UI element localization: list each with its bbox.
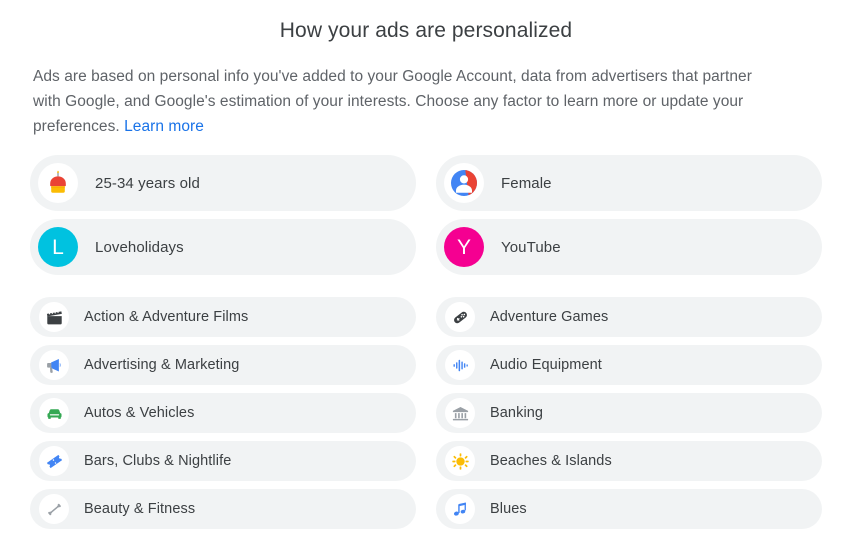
left-column: 25-34 years old L Loveholidays Action & …: [30, 155, 416, 537]
avatar-monogram: L: [52, 235, 64, 259]
clapperboard-icon: [39, 302, 69, 332]
factor-label: Female: [501, 174, 552, 192]
factor-label: Autos & Vehicles: [84, 405, 195, 421]
birthday-cake-icon: [38, 163, 78, 203]
factor-label: Loveholidays: [95, 238, 184, 256]
music-note-icon: [445, 494, 475, 524]
gamepad-icon: [445, 302, 475, 332]
ticket-icon: [39, 446, 69, 476]
ads-personalization-page: How your ads are personalized Ads are ba…: [0, 0, 852, 529]
factor-card-adventure-games[interactable]: Adventure Games: [436, 297, 822, 337]
sun-icon: [445, 446, 475, 476]
factor-label: Advertising & Marketing: [84, 357, 240, 373]
audio-waveform-icon: [445, 350, 475, 380]
bank-building-icon: [445, 398, 475, 428]
factor-card-beaches-islands[interactable]: Beaches & Islands: [436, 441, 822, 481]
factor-card-audio-equipment[interactable]: Audio Equipment: [436, 345, 822, 385]
factor-card-gender[interactable]: Female: [436, 155, 822, 211]
avatar-monogram: Y: [456, 235, 471, 259]
factor-card-advertising-marketing[interactable]: Advertising & Marketing: [30, 345, 416, 385]
factor-card-blues[interactable]: Blues: [436, 489, 822, 529]
factor-card-loveholidays[interactable]: L Loveholidays: [30, 219, 416, 275]
page-title: How your ads are personalized: [279, 19, 573, 42]
personalization-factors-grid: 25-34 years old L Loveholidays Action & …: [0, 155, 852, 537]
factor-label: YouTube: [501, 238, 561, 256]
factor-label: Audio Equipment: [490, 357, 602, 373]
car-icon: [39, 398, 69, 428]
factor-card-bars-clubs-nightlife[interactable]: Bars, Clubs & Nightlife: [30, 441, 416, 481]
loveholidays-avatar: L: [38, 227, 78, 267]
page-description: Ads are based on personal info you've ad…: [0, 44, 790, 139]
megaphone-icon: [39, 350, 69, 380]
factor-label: 25-34 years old: [95, 174, 200, 192]
factor-card-banking[interactable]: Banking: [436, 393, 822, 433]
right-column: Female Y YouTube Adventure Games Audio E…: [436, 155, 822, 537]
factor-card-youtube[interactable]: Y YouTube: [436, 219, 822, 275]
factor-label: Adventure Games: [490, 309, 609, 325]
person-gender-icon: [444, 163, 484, 203]
factor-label: Bars, Clubs & Nightlife: [84, 453, 232, 469]
factor-card-action-adventure-films[interactable]: Action & Adventure Films: [30, 297, 416, 337]
youtube-avatar: Y: [444, 227, 484, 267]
factor-label: Action & Adventure Films: [84, 309, 249, 325]
learn-more-link[interactable]: Learn more: [124, 118, 204, 135]
factor-card-beauty-fitness[interactable]: Beauty & Fitness: [30, 489, 416, 529]
factor-label: Banking: [490, 405, 544, 421]
factor-card-age[interactable]: 25-34 years old: [30, 155, 416, 211]
factor-label: Beaches & Islands: [490, 453, 612, 469]
dumbbell-icon: [39, 494, 69, 524]
factor-card-autos-vehicles[interactable]: Autos & Vehicles: [30, 393, 416, 433]
factor-label: Blues: [490, 501, 527, 517]
factor-label: Beauty & Fitness: [84, 501, 196, 517]
